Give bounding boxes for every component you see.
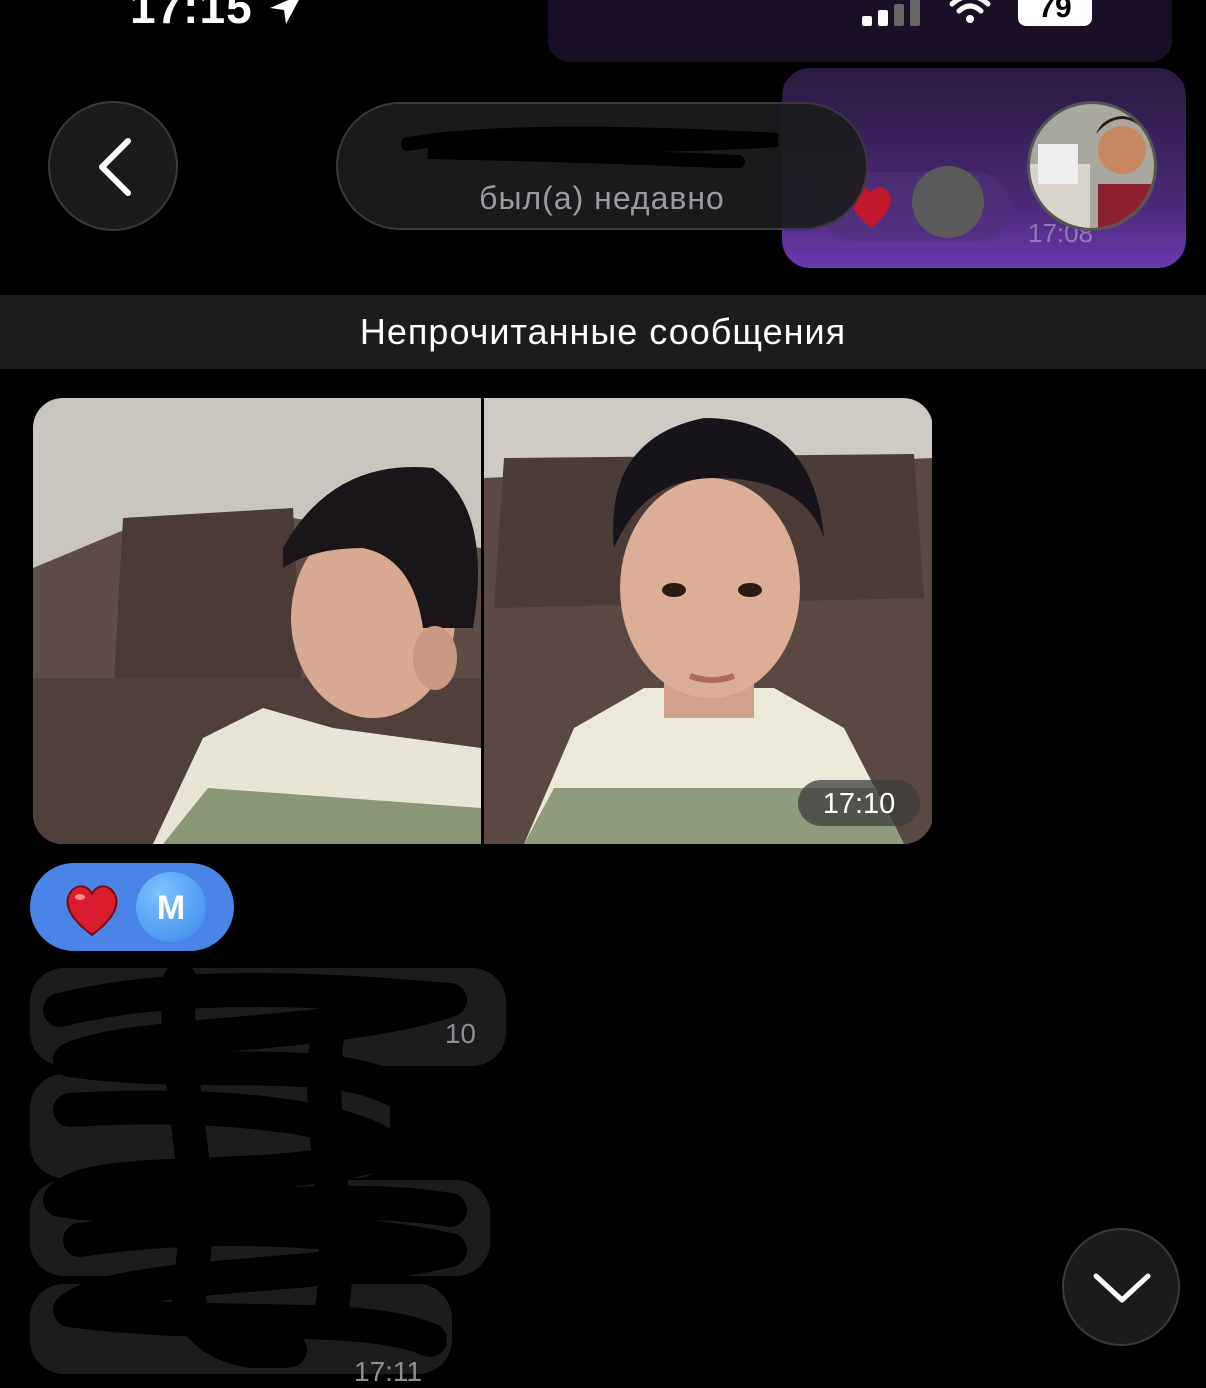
reaction-pill[interactable]: M [30,863,234,951]
contact-status: был(а) недавно [479,180,725,216]
photo-profile-image [33,398,481,844]
heart-icon [66,885,118,937]
redaction-scribble [43,963,467,1368]
album-time: 17:10 [798,780,920,826]
scroll-to-bottom-button[interactable] [1062,1228,1180,1346]
avatar-photo [1030,104,1154,228]
chevron-left-icon [99,138,131,196]
wifi-icon [949,0,991,23]
ghost-reaction-avatar [912,166,984,238]
location-arrow-icon [270,0,299,24]
unread-messages-banner: Непрочитанные сообщения [0,295,1206,369]
photo-album[interactable] [33,398,933,844]
reaction-user-avatar: M [136,872,206,942]
photo-front[interactable] [484,398,932,844]
redacted-contact-name [401,126,779,168]
chevron-down-icon [1093,1273,1151,1303]
back-button[interactable] [48,101,178,231]
chat-title-pill[interactable]: был(а) недавно [336,102,868,230]
cellular-signal-icon [862,0,920,26]
status-time: 17:15 [130,0,253,33]
photo-profile[interactable] [33,398,481,844]
battery-indicator: 79 [1018,0,1092,26]
contact-avatar[interactable] [1027,101,1157,231]
photo-front-image [484,398,932,844]
